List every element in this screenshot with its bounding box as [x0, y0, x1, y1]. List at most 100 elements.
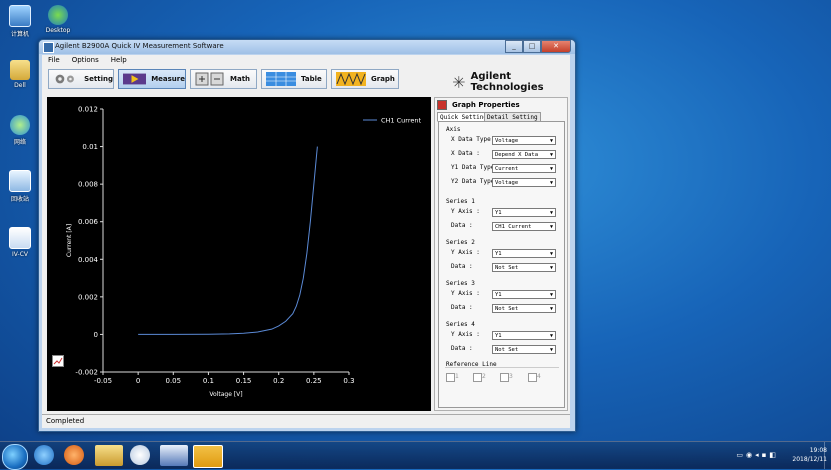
menu-file[interactable]: File [42, 55, 66, 66]
graph-properties-header: Graph Properties [437, 100, 520, 110]
desktop-icon-label: Dell [14, 82, 26, 89]
y1-data-type-select[interactable]: Current ▼ [492, 164, 556, 173]
status-text: Completed [46, 417, 85, 425]
ie-taskbar-icon[interactable] [34, 445, 54, 465]
chevron-down-icon: ▼ [549, 224, 553, 230]
y2-data-type-value: Voltage [495, 180, 519, 186]
x-tick-label: 0.25 [306, 377, 322, 385]
x-tick-label: 0.1 [203, 377, 214, 385]
desktop-icon-iv-cv[interactable]: IV-CV [0, 227, 40, 258]
window-title: Agilent B2900A Quick IV Measurement Soft… [55, 42, 224, 50]
series-1-y-axis-select[interactable]: Y1 ▼ [492, 208, 556, 217]
desktop-icon-network[interactable]: 网络 [0, 115, 40, 146]
x-axis-title: Voltage [V] [209, 391, 242, 398]
chevron-down-icon: ▼ [549, 306, 553, 312]
series-4-data-select[interactable]: Not Set ▼ [492, 345, 556, 354]
series-4-y-axis-select[interactable]: Y1 ▼ [492, 331, 556, 340]
y-tick-label: 0.004 [78, 256, 99, 264]
maximize-button[interactable]: □ [523, 40, 541, 53]
reference-line-checkbox-2[interactable] [473, 373, 482, 382]
math-label: Math [230, 75, 251, 83]
y-tick-label: 0.008 [78, 181, 98, 189]
y-tick-label: -0.002 [75, 369, 98, 377]
measure-label: Measure [151, 75, 185, 83]
chevron-down-icon: ▼ [549, 180, 553, 186]
reference-line-option-1: 1 [455, 373, 459, 380]
media-player-taskbar-icon[interactable] [64, 445, 84, 465]
table-grid-icon [266, 72, 296, 86]
minimize-button[interactable]: _ [505, 40, 523, 53]
desktop-icon-computer[interactable]: 计算机 [0, 5, 40, 38]
reference-line-checkbox-1[interactable] [446, 373, 455, 382]
desktop-icon-desktop[interactable]: Desktop [38, 5, 78, 34]
agilent-spark-icon [453, 76, 465, 88]
chevron-down-icon: ▼ [549, 152, 553, 158]
app-window: Agilent B2900A Quick IV Measurement Soft… [38, 39, 576, 432]
quick-iv-taskbar-icon[interactable] [193, 445, 223, 468]
x-data-type-label: X Data Type : [451, 136, 498, 143]
series-4-title: Series 4 [446, 321, 475, 328]
series-3-data-label: Data : [451, 304, 473, 311]
reference-line-option-2: 2 [482, 373, 486, 380]
start-button[interactable] [2, 444, 28, 470]
series-3-data-select[interactable]: Not Set ▼ [492, 304, 556, 313]
series-2-data-select[interactable]: Not Set ▼ [492, 263, 556, 272]
chevron-down-icon: ▼ [549, 210, 553, 216]
brand-logo: Agilent Technologies [453, 71, 568, 93]
x-data-type-select[interactable]: Voltage ▼ [492, 136, 556, 145]
word-taskbar-icon[interactable] [160, 445, 188, 466]
chevron-down-icon: ▼ [549, 333, 553, 339]
series-2-y-axis-select[interactable]: Y1 ▼ [492, 249, 556, 258]
menu-options[interactable]: Options [66, 55, 105, 66]
clock[interactable]: 19:08 2018/12/11 [792, 446, 827, 464]
desktop-icon-recycle-bin[interactable]: 回收站 [0, 170, 40, 203]
document-icon [9, 227, 31, 249]
x-tick-label: 0 [136, 377, 140, 385]
menu-help[interactable]: Help [105, 55, 133, 66]
show-desktop-button[interactable] [824, 442, 831, 469]
reference-line-checkbox-3[interactable] [500, 373, 509, 382]
x-tick-label: 0.05 [165, 377, 181, 385]
menu-bar: File Options Help [42, 55, 570, 66]
graph-settings-icon[interactable] [52, 355, 64, 367]
series-1-data-label: Data : [451, 222, 473, 229]
series-2-y-axis-label: Y Axis : [451, 249, 480, 256]
graph-button[interactable]: Graph [331, 69, 399, 89]
axis-section-title: Axis [446, 126, 461, 133]
title-bar[interactable]: Agilent B2900A Quick IV Measurement Soft… [39, 40, 575, 54]
desktop-icon-label: Desktop [45, 27, 71, 34]
window-controls: _ □ ✕ [505, 40, 571, 53]
paint-taskbar-icon[interactable] [130, 445, 150, 465]
chevron-down-icon: ▼ [549, 251, 553, 257]
desktop-icon-label: IV-CV [12, 251, 28, 258]
desktop-icon-dell[interactable]: Dell [0, 60, 40, 89]
computer-icon [9, 5, 31, 27]
x-tick-label: -0.05 [94, 377, 112, 385]
table-button[interactable]: Table [261, 69, 327, 89]
clock-date: 2018/12/11 [792, 456, 827, 463]
close-button[interactable]: ✕ [541, 40, 571, 53]
reference-line-checkbox-4[interactable] [528, 373, 537, 382]
system-tray-icons[interactable]: ▭◉◂▪◧ [736, 451, 779, 459]
toolbar: Setting Measure Math Table Graph Agilent… [48, 69, 568, 93]
series-1-data-select[interactable]: CH1 Current ▼ [492, 222, 556, 231]
series-3-y-axis-select[interactable]: Y1 ▼ [492, 290, 556, 299]
measure-button[interactable]: Measure [118, 69, 186, 89]
x-data-value: Depend X Data [495, 152, 539, 158]
math-button[interactable]: Math [190, 69, 257, 89]
y2-data-type-select[interactable]: Voltage ▼ [492, 178, 556, 187]
series-3-y-axis-value: Y1 [495, 292, 502, 298]
explorer-taskbar-icon[interactable] [95, 445, 123, 466]
reference-line-option-3: 3 [509, 373, 513, 380]
taskbar: ▭◉◂▪◧ 19:08 2018/12/11 [0, 441, 831, 470]
x-data-select[interactable]: Depend X Data ▼ [492, 150, 556, 159]
properties-icon [437, 100, 447, 110]
desktop-icon-label: 网络 [13, 139, 26, 146]
graph-panel[interactable]: -0.05 0 0.05 0.1 0.15 0.2 0.25 0.3 -0.002 0 0.002 0… [47, 97, 431, 411]
x-tick-label: 0.15 [236, 377, 252, 385]
x-tick-label: 0.2 [273, 377, 284, 385]
setting-button[interactable]: Setting [48, 69, 114, 89]
y1-data-type-value: Current [495, 166, 519, 172]
chevron-down-icon: ▼ [549, 292, 553, 298]
graph-label: Graph [371, 75, 395, 83]
